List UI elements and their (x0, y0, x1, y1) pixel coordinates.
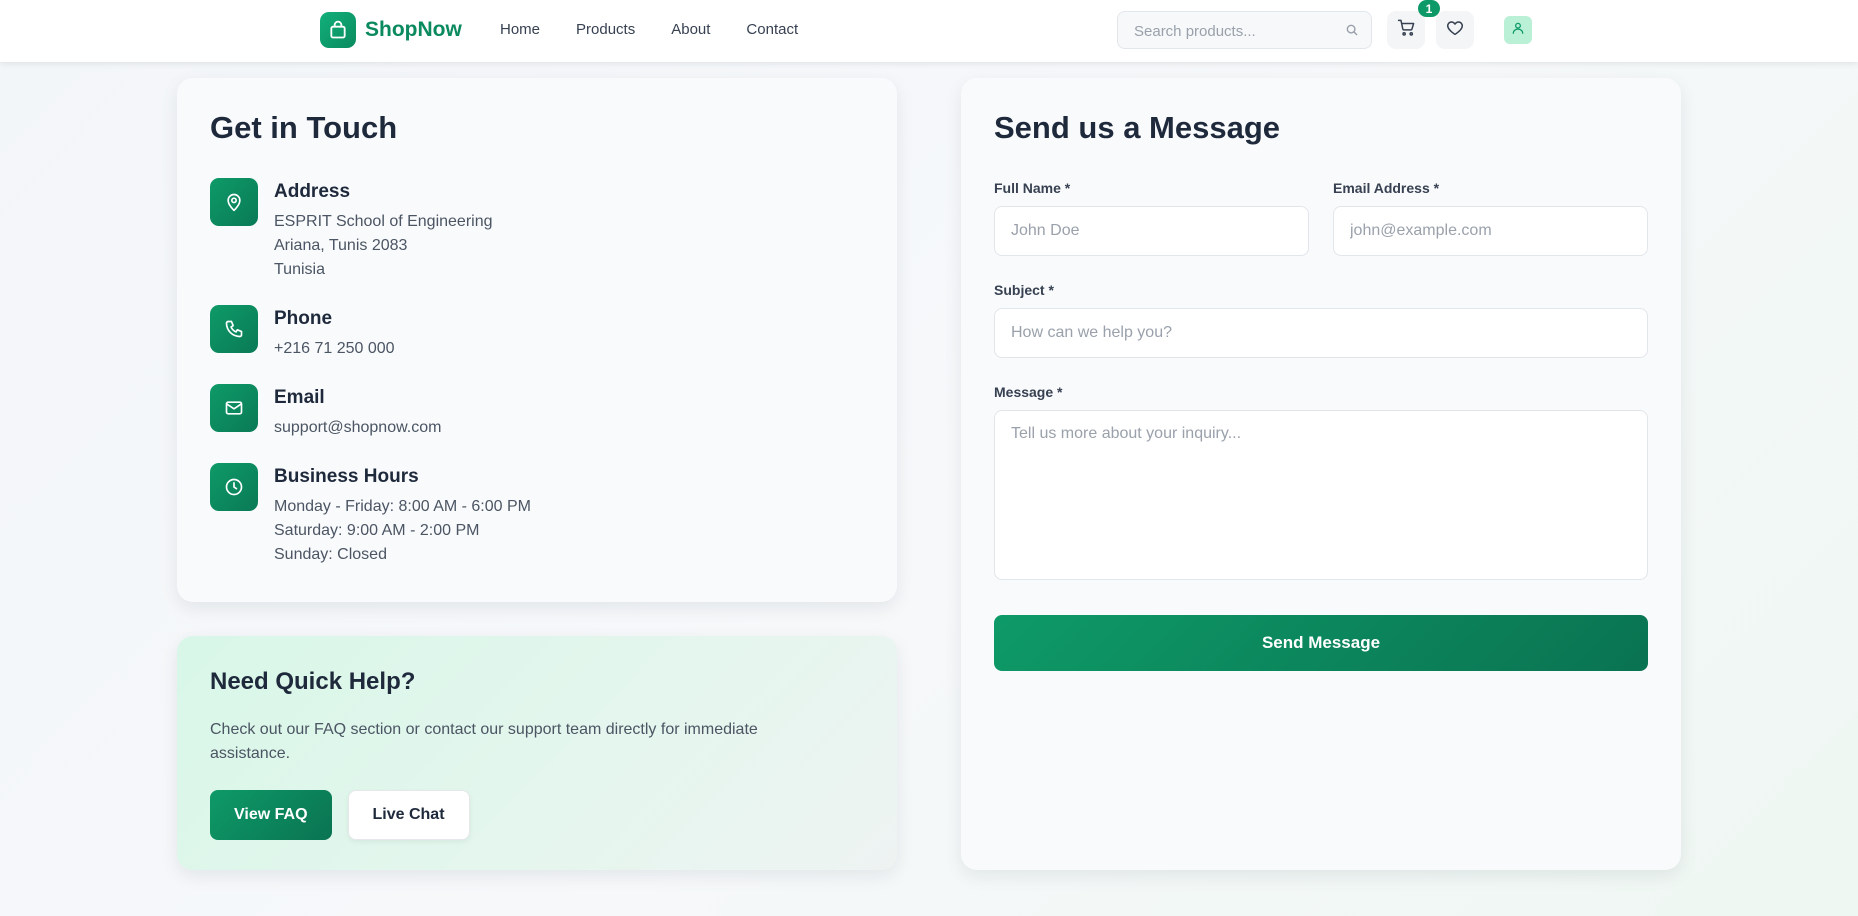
address-line: ESPRIT School of Engineering (274, 213, 493, 230)
message-field: Message * (994, 384, 1648, 585)
email-input[interactable] (1333, 206, 1648, 256)
email-label: Email Address * (1333, 180, 1440, 196)
main-nav: Home Products About Contact (500, 21, 798, 38)
message-textarea[interactable] (994, 410, 1648, 580)
email-item: Email support@shopnow.com (210, 384, 864, 440)
phone-icon (210, 305, 258, 353)
help-description: Check out our FAQ section or contact our… (210, 721, 758, 762)
full-name-field: Full Name * (994, 180, 1309, 256)
hours-line: Monday - Friday: 8:00 AM - 6:00 PM (274, 498, 531, 515)
email-field: Email Address * (1333, 180, 1648, 256)
brand-logo[interactable]: ShopNow (320, 12, 462, 48)
address-line: Tunisia (274, 261, 325, 278)
nav-products[interactable]: Products (576, 21, 635, 38)
business-hours-item: Business Hours Monday - Friday: 8:00 AM … (210, 463, 864, 567)
search-box (1117, 11, 1372, 50)
phone-title: Phone (274, 308, 333, 329)
live-chat-button[interactable]: Live Chat (347, 790, 470, 840)
name-email-row: Full Name * Email Address * (994, 180, 1648, 256)
email-address: support@shopnow.com (274, 419, 442, 436)
wishlist-button[interactable] (1436, 11, 1474, 49)
message-form-card: Send us a Message Full Name * Email Addr… (961, 78, 1681, 870)
nav-home[interactable]: Home (500, 21, 540, 38)
hours-line: Sunday: Closed (274, 546, 387, 563)
search-input[interactable] (1118, 12, 1336, 50)
address-item: Address ESPRIT School of Engineering Ari… (210, 178, 864, 282)
brand-name: ShopNow (365, 18, 462, 41)
full-name-input[interactable] (994, 206, 1309, 256)
clock-icon (210, 463, 258, 511)
help-title: Need Quick Help? (210, 668, 416, 695)
message-label: Message * (994, 384, 1063, 400)
search-icon[interactable] (1345, 23, 1359, 42)
cart-button[interactable] (1387, 11, 1425, 49)
subject-input[interactable] (994, 308, 1648, 358)
subject-label: Subject * (994, 282, 1054, 298)
user-account-button[interactable] (1504, 16, 1532, 44)
send-message-button[interactable]: Send Message (994, 615, 1648, 671)
hours-line: Saturday: 9:00 AM - 2:00 PM (274, 522, 480, 539)
contact-title: Get in Touch (210, 110, 398, 145)
nav-about[interactable]: About (671, 21, 710, 38)
mail-icon (210, 384, 258, 432)
cart-icon (1397, 18, 1416, 42)
shopping-bag-icon (320, 12, 356, 48)
full-name-label: Full Name * (994, 180, 1071, 196)
phone-item: Phone +216 71 250 000 (210, 305, 864, 361)
top-header: ShopNow Home Products About Contact 1 (0, 0, 1858, 62)
heart-icon (1446, 19, 1464, 42)
quick-help-card: Need Quick Help? Check out our FAQ secti… (177, 636, 897, 870)
view-faq-button[interactable]: View FAQ (210, 790, 332, 840)
contact-info-list: Address ESPRIT School of Engineering Ari… (210, 178, 864, 567)
nav-contact[interactable]: Contact (746, 21, 798, 38)
subject-field: Subject * (994, 282, 1648, 358)
business-hours-title: Business Hours (274, 466, 419, 487)
email-title: Email (274, 387, 325, 408)
address-title: Address (274, 181, 351, 202)
address-line: Ariana, Tunis 2083 (274, 237, 408, 254)
help-actions: View FAQ Live Chat (210, 790, 864, 840)
phone-number: +216 71 250 000 (274, 340, 395, 357)
map-pin-icon (210, 178, 258, 226)
contact-info-card: Get in Touch Address ESPRIT School of En… (177, 78, 897, 602)
form-title: Send us a Message (994, 110, 1281, 145)
user-icon (1511, 21, 1525, 40)
